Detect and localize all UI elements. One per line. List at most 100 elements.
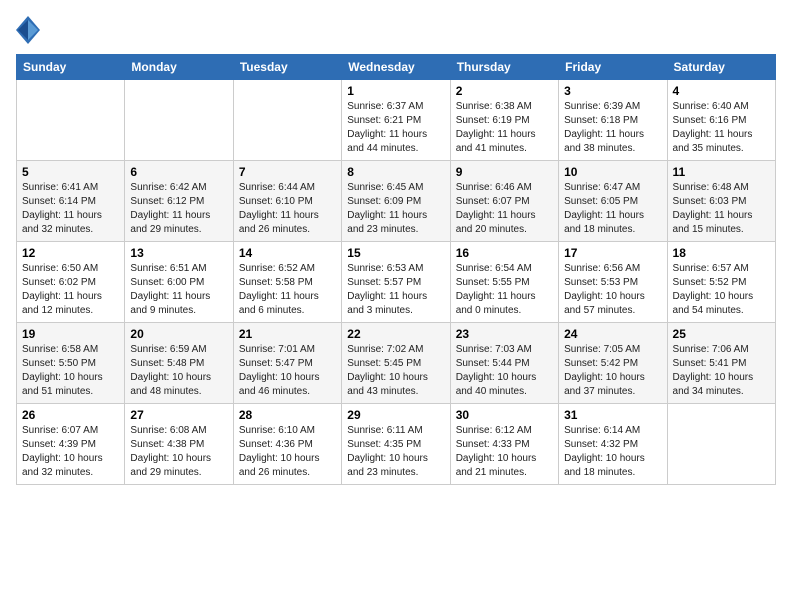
day-info: Sunrise: 6:42 AMSunset: 6:12 PMDaylight:… — [130, 181, 227, 237]
calendar-cell — [125, 80, 233, 161]
day-number: 10 — [564, 165, 661, 179]
day-info: Sunrise: 6:54 AMSunset: 5:55 PMDaylight:… — [456, 262, 553, 318]
calendar-cell: 20 Sunrise: 6:59 AMSunset: 5:48 PMDayligh… — [125, 323, 233, 404]
calendar-cell: 10 Sunrise: 6:47 AMSunset: 6:05 PMDayligh… — [559, 161, 667, 242]
day-info: Sunrise: 6:53 AMSunset: 5:57 PMDaylight:… — [347, 262, 444, 318]
calendar-week-row: 12 Sunrise: 6:50 AMSunset: 6:02 PMDayligh… — [17, 242, 776, 323]
day-info: Sunrise: 6:58 AMSunset: 5:50 PMDaylight:… — [22, 343, 119, 399]
calendar-cell: 12 Sunrise: 6:50 AMSunset: 6:02 PMDayligh… — [17, 242, 125, 323]
day-number: 12 — [22, 246, 119, 260]
day-number: 1 — [347, 84, 444, 98]
day-info: Sunrise: 6:07 AMSunset: 4:39 PMDaylight:… — [22, 424, 119, 480]
day-info: Sunrise: 6:52 AMSunset: 5:58 PMDaylight:… — [239, 262, 336, 318]
day-number: 16 — [456, 246, 553, 260]
weekday-header-monday: Monday — [125, 55, 233, 80]
day-number: 5 — [22, 165, 119, 179]
day-info: Sunrise: 6:10 AMSunset: 4:36 PMDaylight:… — [239, 424, 336, 480]
day-info: Sunrise: 7:01 AMSunset: 5:47 PMDaylight:… — [239, 343, 336, 399]
day-info: Sunrise: 7:03 AMSunset: 5:44 PMDaylight:… — [456, 343, 553, 399]
day-info: Sunrise: 7:06 AMSunset: 5:41 PMDaylight:… — [673, 343, 770, 399]
day-number: 11 — [673, 165, 770, 179]
calendar-cell: 27 Sunrise: 6:08 AMSunset: 4:38 PMDayligh… — [125, 404, 233, 485]
calendar-cell: 24 Sunrise: 7:05 AMSunset: 5:42 PMDayligh… — [559, 323, 667, 404]
day-number: 17 — [564, 246, 661, 260]
day-info: Sunrise: 6:46 AMSunset: 6:07 PMDaylight:… — [456, 181, 553, 237]
day-info: Sunrise: 6:41 AMSunset: 6:14 PMDaylight:… — [22, 181, 119, 237]
day-info: Sunrise: 6:12 AMSunset: 4:33 PMDaylight:… — [456, 424, 553, 480]
calendar-cell: 7 Sunrise: 6:44 AMSunset: 6:10 PMDaylight… — [233, 161, 341, 242]
calendar-cell: 3Sunrise: 6:39 AMSunset: 6:18 PMDaylight… — [559, 80, 667, 161]
day-info: Sunrise: 6:59 AMSunset: 5:48 PMDaylight:… — [130, 343, 227, 399]
day-info: Sunrise: 6:37 AMSunset: 6:21 PMDaylight:… — [347, 100, 444, 156]
day-number: 4 — [673, 84, 770, 98]
day-number: 20 — [130, 327, 227, 341]
calendar-week-row: 19 Sunrise: 6:58 AMSunset: 5:50 PMDayligh… — [17, 323, 776, 404]
weekday-header-wednesday: Wednesday — [342, 55, 450, 80]
calendar-cell: 23 Sunrise: 7:03 AMSunset: 5:44 PMDayligh… — [450, 323, 558, 404]
day-info: Sunrise: 6:50 AMSunset: 6:02 PMDaylight:… — [22, 262, 119, 318]
day-number: 31 — [564, 408, 661, 422]
calendar-cell: 22Sunrise: 7:02 AMSunset: 5:45 PMDayligh… — [342, 323, 450, 404]
day-number: 15 — [347, 246, 444, 260]
day-number: 7 — [239, 165, 336, 179]
calendar-week-row: 1 Sunrise: 6:37 AMSunset: 6:21 PMDaylight… — [17, 80, 776, 161]
calendar-cell: 14Sunrise: 6:52 AMSunset: 5:58 PMDayligh… — [233, 242, 341, 323]
calendar-cell: 28Sunrise: 6:10 AMSunset: 4:36 PMDayligh… — [233, 404, 341, 485]
day-info: Sunrise: 6:56 AMSunset: 5:53 PMDaylight:… — [564, 262, 661, 318]
day-number: 8 — [347, 165, 444, 179]
calendar-cell: 8 Sunrise: 6:45 AMSunset: 6:09 PMDaylight… — [342, 161, 450, 242]
day-info: Sunrise: 6:40 AMSunset: 6:16 PMDaylight:… — [673, 100, 770, 156]
weekday-header-thursday: Thursday — [450, 55, 558, 80]
day-number: 18 — [673, 246, 770, 260]
day-number: 30 — [456, 408, 553, 422]
day-info: Sunrise: 7:02 AMSunset: 5:45 PMDaylight:… — [347, 343, 444, 399]
day-number: 29 — [347, 408, 444, 422]
calendar-cell: 5 Sunrise: 6:41 AMSunset: 6:14 PMDaylight… — [17, 161, 125, 242]
calendar-body: 1 Sunrise: 6:37 AMSunset: 6:21 PMDaylight… — [17, 80, 776, 485]
logo-icon — [16, 16, 40, 44]
day-info: Sunrise: 6:08 AMSunset: 4:38 PMDaylight:… — [130, 424, 227, 480]
logo — [16, 16, 44, 44]
calendar-cell: 19 Sunrise: 6:58 AMSunset: 5:50 PMDayligh… — [17, 323, 125, 404]
weekday-header-friday: Friday — [559, 55, 667, 80]
calendar-cell: 29 Sunrise: 6:11 AMSunset: 4:35 PMDayligh… — [342, 404, 450, 485]
calendar-cell: 25Sunrise: 7:06 AMSunset: 5:41 PMDayligh… — [667, 323, 775, 404]
calendar-week-row: 26 Sunrise: 6:07 AMSunset: 4:39 PMDayligh… — [17, 404, 776, 485]
calendar-cell: 17 Sunrise: 6:56 AMSunset: 5:53 PMDayligh… — [559, 242, 667, 323]
day-info: Sunrise: 7:05 AMSunset: 5:42 PMDaylight:… — [564, 343, 661, 399]
day-info: Sunrise: 6:51 AMSunset: 6:00 PMDaylight:… — [130, 262, 227, 318]
day-info: Sunrise: 6:45 AMSunset: 6:09 PMDaylight:… — [347, 181, 444, 237]
calendar-cell: 13 Sunrise: 6:51 AMSunset: 6:00 PMDayligh… — [125, 242, 233, 323]
calendar-week-row: 5 Sunrise: 6:41 AMSunset: 6:14 PMDaylight… — [17, 161, 776, 242]
day-info: Sunrise: 6:14 AMSunset: 4:32 PMDaylight:… — [564, 424, 661, 480]
day-number: 23 — [456, 327, 553, 341]
day-number: 21 — [239, 327, 336, 341]
day-number: 3 — [564, 84, 661, 98]
day-number: 19 — [22, 327, 119, 341]
day-number: 27 — [130, 408, 227, 422]
day-number: 24 — [564, 327, 661, 341]
day-info: Sunrise: 6:44 AMSunset: 6:10 PMDaylight:… — [239, 181, 336, 237]
calendar-cell: 16 Sunrise: 6:54 AMSunset: 5:55 PMDayligh… — [450, 242, 558, 323]
calendar-cell: 11Sunrise: 6:48 AMSunset: 6:03 PMDayligh… — [667, 161, 775, 242]
weekday-header-row: SundayMondayTuesdayWednesdayThursdayFrid… — [17, 55, 776, 80]
calendar-cell: 18 Sunrise: 6:57 AMSunset: 5:52 PMDayligh… — [667, 242, 775, 323]
weekday-header-tuesday: Tuesday — [233, 55, 341, 80]
calendar-cell — [17, 80, 125, 161]
day-info: Sunrise: 6:47 AMSunset: 6:05 PMDaylight:… — [564, 181, 661, 237]
calendar-cell: 15 Sunrise: 6:53 AMSunset: 5:57 PMDayligh… — [342, 242, 450, 323]
calendar-cell — [233, 80, 341, 161]
calendar-cell: 26 Sunrise: 6:07 AMSunset: 4:39 PMDayligh… — [17, 404, 125, 485]
calendar-cell: 1 Sunrise: 6:37 AMSunset: 6:21 PMDaylight… — [342, 80, 450, 161]
day-number: 9 — [456, 165, 553, 179]
day-info: Sunrise: 6:38 AMSunset: 6:19 PMDaylight:… — [456, 100, 553, 156]
day-number: 2 — [456, 84, 553, 98]
calendar-cell: 30 Sunrise: 6:12 AMSunset: 4:33 PMDayligh… — [450, 404, 558, 485]
day-info: Sunrise: 6:57 AMSunset: 5:52 PMDaylight:… — [673, 262, 770, 318]
weekday-header-saturday: Saturday — [667, 55, 775, 80]
day-number: 13 — [130, 246, 227, 260]
calendar-cell: 21 Sunrise: 7:01 AMSunset: 5:47 PMDayligh… — [233, 323, 341, 404]
weekday-header-sunday: Sunday — [17, 55, 125, 80]
day-number: 26 — [22, 408, 119, 422]
day-info: Sunrise: 6:11 AMSunset: 4:35 PMDaylight:… — [347, 424, 444, 480]
